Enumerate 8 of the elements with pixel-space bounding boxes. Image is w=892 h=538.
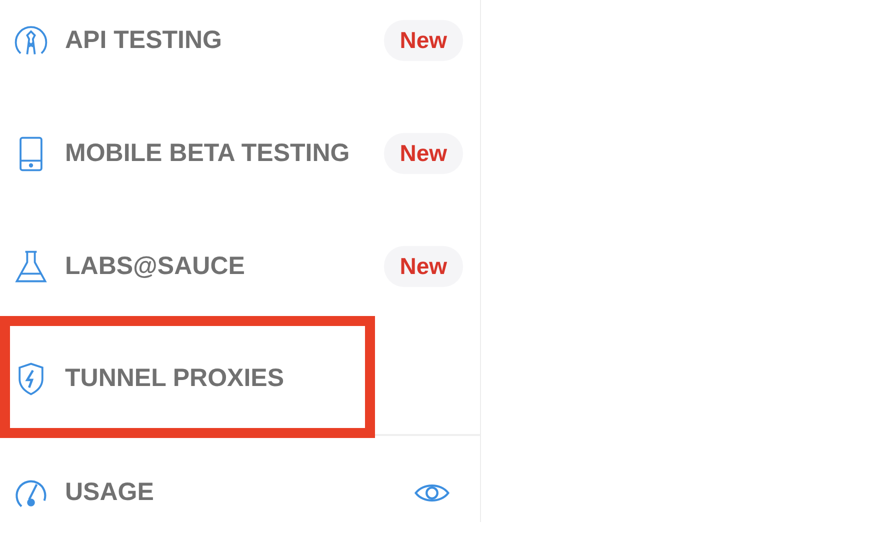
new-badge: New: [384, 246, 463, 287]
menu-item-label[interactable]: TUNNEL PROXIES: [65, 364, 463, 393]
menu-item-label[interactable]: LABS@SAUCE: [65, 252, 384, 281]
new-badge: New: [384, 20, 463, 61]
menu-item-label[interactable]: USAGE: [65, 478, 414, 507]
menu-item-label[interactable]: API TESTING: [65, 26, 384, 55]
menu-item-label[interactable]: MOBILE BETA TESTING: [65, 139, 384, 168]
new-badge: New: [384, 133, 463, 174]
